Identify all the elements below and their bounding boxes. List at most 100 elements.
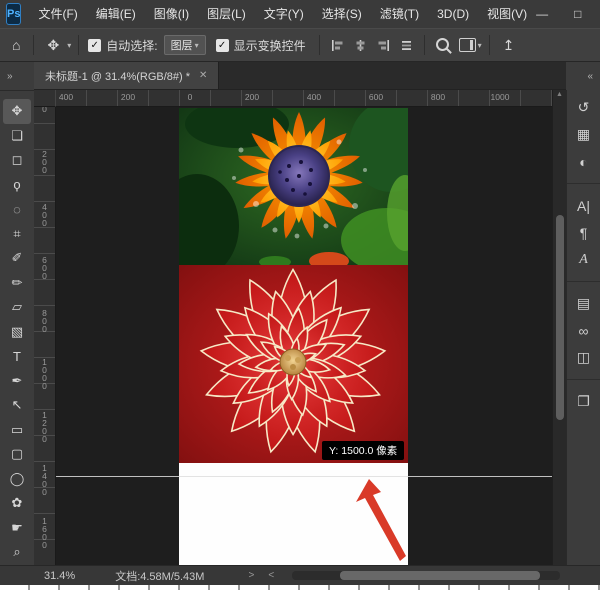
auto-select-checkbox[interactable]: ✓ bbox=[88, 39, 101, 52]
ruler-label: 200 bbox=[34, 134, 55, 187]
horizontal-guide-line[interactable] bbox=[56, 476, 552, 477]
vertical-scrollbar-thumb[interactable] bbox=[556, 215, 564, 420]
show-transform-checkbox[interactable]: ✓ bbox=[216, 39, 229, 52]
creative-cloud-icon[interactable]: ∞ bbox=[567, 317, 600, 344]
crop-tool[interactable]: ⌗ bbox=[3, 222, 31, 247]
tools-panel: ✥ ❏ ◻ ϙ ◌ ⌗ ✐ ✏ ▱ ▧ T ✒ bbox=[0, 90, 34, 565]
ruler-label: 0 bbox=[159, 90, 221, 105]
ruler-label: 400 bbox=[34, 187, 55, 240]
search-icon[interactable] bbox=[436, 38, 449, 51]
double-arrow-left-icon[interactable]: « bbox=[587, 71, 593, 82]
zoom-level-field[interactable]: 31.4% bbox=[44, 570, 75, 582]
double-arrow-right-icon[interactable]: » bbox=[7, 71, 13, 82]
menu-item[interactable]: 视图(V) bbox=[478, 0, 536, 28]
menu-item[interactable]: 图层(L) bbox=[198, 0, 255, 28]
tool-glyph: ◯ bbox=[10, 471, 25, 487]
menu-item[interactable]: 文字(Y) bbox=[255, 0, 313, 28]
lasso-tool[interactable]: ϙ bbox=[3, 173, 31, 198]
menu-item[interactable]: 选择(S) bbox=[313, 0, 371, 28]
gradient-tool[interactable]: ▧ bbox=[3, 320, 31, 345]
status-chevron-right-icon[interactable]: > bbox=[248, 570, 254, 581]
tool-options-bar: ⌂ ✥ ▾ ✓ 自动选择: 图层 ▾ ✓ 显示变换控件 bbox=[0, 28, 600, 62]
menu-bar: Ps 文件(F)编辑(E)图像(I)图层(L)文字(Y)选择(S)滤镜(T)3D… bbox=[0, 0, 600, 28]
align-horizontal-centers-icon[interactable] bbox=[354, 39, 367, 52]
toolbar-header: » bbox=[0, 62, 34, 90]
layers-panel-icon[interactable]: ❐ bbox=[567, 379, 600, 415]
menu-item[interactable]: 编辑(E) bbox=[87, 0, 145, 28]
tool-glyph: ◻ bbox=[12, 152, 23, 168]
eraser-tool[interactable]: ▱ bbox=[3, 295, 31, 320]
distribute-centers-icon[interactable] bbox=[400, 39, 413, 52]
canvas-area: 40020002004006008001000 0200400600800100… bbox=[34, 90, 552, 565]
history-panel-icon[interactable]: ↺ bbox=[567, 94, 600, 121]
rectangular-marquee-tool[interactable]: ◻ bbox=[3, 148, 31, 173]
zoom-tool[interactable]: ⌕ bbox=[3, 540, 31, 565]
ruler-label: 800 bbox=[407, 90, 469, 105]
tool-preset-dropdown-arrow[interactable]: ▾ bbox=[67, 41, 71, 50]
align-left-edges-icon[interactable] bbox=[331, 39, 344, 52]
menu-item[interactable]: 图像(I) bbox=[145, 0, 198, 28]
tool-glyph: ❏ bbox=[11, 128, 23, 144]
status-chevron-left-icon[interactable]: < bbox=[268, 570, 274, 581]
workspace-dropdown-arrow[interactable]: ▾ bbox=[478, 41, 482, 50]
hand-tool[interactable]: ☛ bbox=[3, 516, 31, 541]
panel-rail-header: « bbox=[566, 62, 600, 90]
minimize-button[interactable]: — bbox=[536, 7, 548, 21]
paragraph-panel-icon[interactable]: ¶ bbox=[567, 219, 600, 246]
show-transform-label: 显示变换控件 bbox=[234, 37, 306, 54]
brush-tool[interactable]: ✏ bbox=[3, 271, 31, 296]
workspace-switcher-icon[interactable] bbox=[459, 38, 476, 52]
document-tab[interactable]: 未标题-1 @ 31.4%(RGB/8#) * ✕ bbox=[34, 62, 219, 89]
frame-tool[interactable]: ❏ bbox=[3, 124, 31, 149]
move-tool[interactable]: ✥ bbox=[3, 99, 31, 124]
path-selection-tool[interactable]: ↖ bbox=[3, 393, 31, 418]
swatches-panel-icon[interactable]: ▦ bbox=[567, 121, 600, 148]
menu-item[interactable]: 3D(D) bbox=[428, 0, 478, 28]
auto-select-target-dropdown[interactable]: 图层 ▾ bbox=[164, 35, 206, 55]
eyedropper-tool[interactable]: ✐ bbox=[3, 246, 31, 271]
character-panel-icon[interactable]: A| bbox=[567, 183, 600, 219]
tab-close-icon[interactable]: ✕ bbox=[199, 70, 207, 81]
horizontal-scrollbar[interactable] bbox=[292, 571, 560, 580]
guide-position-tooltip: Y: 1500.0 像素 bbox=[322, 441, 404, 460]
pen-tool[interactable]: ✒ bbox=[3, 369, 31, 394]
ruler-label: 1400 bbox=[34, 452, 55, 505]
maximize-button[interactable]: □ bbox=[574, 7, 581, 21]
color-panel-icon[interactable]: ◐ bbox=[567, 148, 600, 175]
rounded-rectangle-tool[interactable]: ▢ bbox=[3, 442, 31, 467]
red-dahlia-photo bbox=[179, 265, 408, 463]
libraries-panel-icon[interactable]: ▤ bbox=[567, 281, 600, 317]
document-viewport[interactable]: Y: 1500.0 像素 bbox=[56, 107, 552, 565]
tool-glyph: ▧ bbox=[11, 324, 23, 340]
quick-selection-tool[interactable]: ◌ bbox=[3, 197, 31, 222]
vertical-ruler[interactable]: 02004006008001000120014001600 bbox=[34, 107, 56, 565]
horizontal-scrollbar-thumb[interactable] bbox=[340, 571, 540, 580]
custom-shape-tool[interactable]: ✿ bbox=[3, 491, 31, 516]
menu-item[interactable]: 文件(F) bbox=[29, 0, 86, 28]
ellipse-tool[interactable]: ◯ bbox=[3, 467, 31, 492]
properties-panel-icon[interactable]: ◫ bbox=[567, 344, 600, 371]
ruler-label: 800 bbox=[34, 293, 55, 346]
align-right-edges-icon[interactable] bbox=[377, 39, 390, 52]
window-controls: — □ ✕ bbox=[536, 7, 600, 21]
tool-glyph: ↖ bbox=[12, 397, 23, 413]
chevron-down-icon: ▾ bbox=[195, 41, 199, 50]
tool-glyph: ▱ bbox=[12, 299, 22, 315]
auto-select-label: 自动选择: bbox=[106, 37, 157, 54]
move-tool-preset-icon[interactable]: ✥ bbox=[41, 37, 65, 54]
menu-item[interactable]: 滤镜(T) bbox=[371, 0, 428, 28]
type-tool[interactable]: T bbox=[3, 344, 31, 369]
scroll-up-icon[interactable]: ▲ bbox=[553, 91, 566, 98]
home-icon[interactable]: ⌂ bbox=[6, 37, 26, 53]
ruler-origin-box[interactable] bbox=[34, 90, 56, 107]
rectangle-tool[interactable]: ▭ bbox=[3, 418, 31, 443]
vertical-scrollbar[interactable]: ▲ bbox=[552, 90, 566, 565]
glyphs-panel-icon[interactable]: A bbox=[567, 246, 600, 273]
tool-glyph: ⌗ bbox=[13, 226, 20, 242]
ruler-label: 0 bbox=[34, 107, 55, 134]
horizontal-ruler[interactable]: 40020002004006008001000 bbox=[56, 90, 552, 107]
ruler-label: 1600 bbox=[34, 505, 55, 558]
tool-glyph: ϙ bbox=[13, 177, 20, 192]
share-icon[interactable]: ↥ bbox=[497, 37, 521, 54]
sunflower-photo bbox=[179, 108, 408, 265]
